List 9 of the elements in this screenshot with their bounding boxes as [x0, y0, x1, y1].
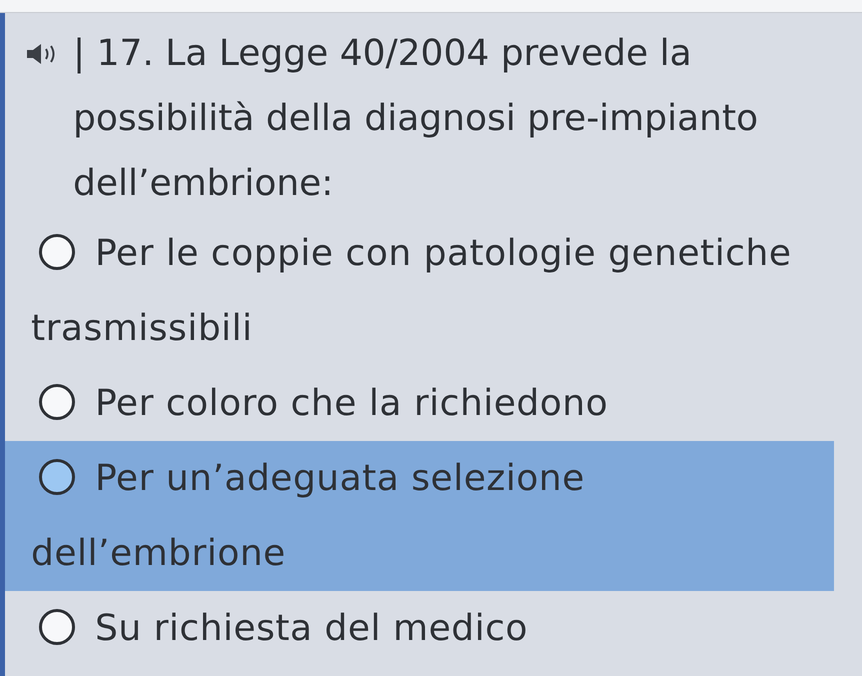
answer-option[interactable]: Su richiesta del medico	[5, 591, 834, 666]
radio-button[interactable]	[39, 459, 75, 496]
answer-option[interactable]: Per coloro che la richiedono	[5, 366, 834, 441]
radio-button[interactable]	[39, 609, 75, 646]
answer-option[interactable]: Per le coppie con patologie genetiche trasmissibili	[5, 216, 834, 366]
question-text: | 17. La Legge 40/2004 prevede la possibilità della diagnosi pre-impianto dell’embrione:	[73, 32, 760, 206]
highlighted-option[interactable]: Per un’adeguata selezione dell’embrione	[5, 441, 834, 591]
radio-button[interactable]	[39, 234, 75, 270]
radio-button[interactable]	[39, 384, 75, 420]
